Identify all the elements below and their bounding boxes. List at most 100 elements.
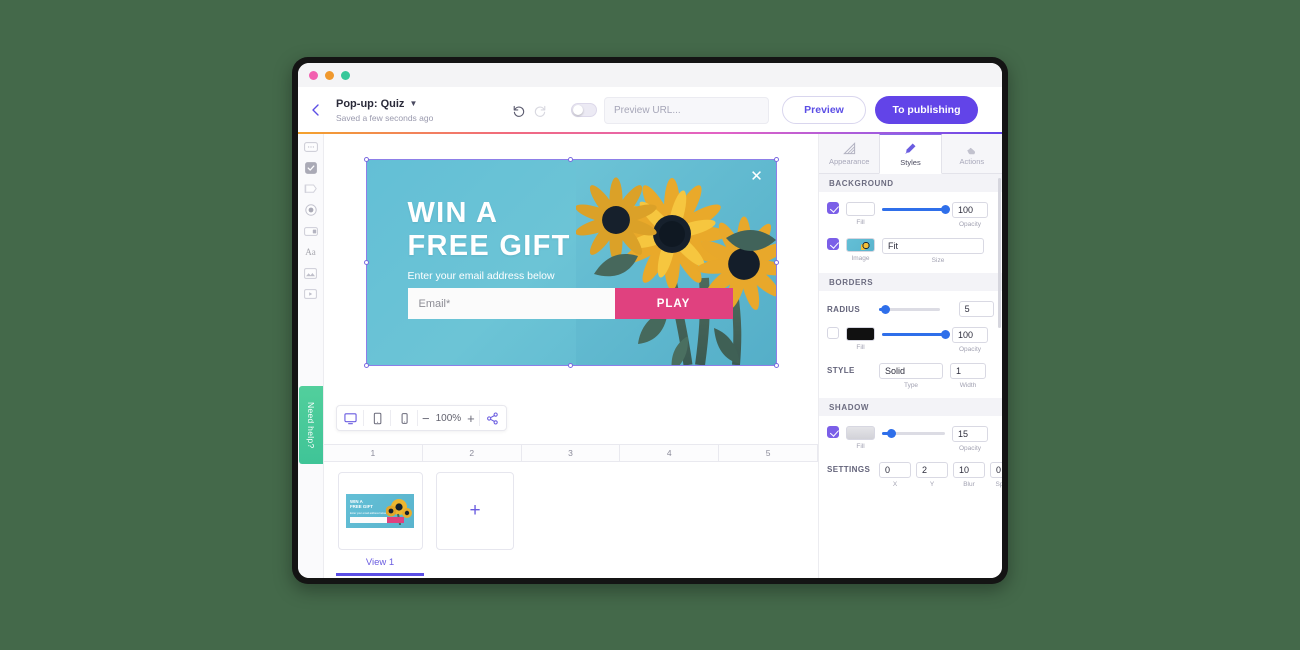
mobile-view-button[interactable] [391,406,417,430]
thumb-email-input [350,517,387,523]
canvas-ruler: 1 2 3 4 5 [324,444,818,462]
window-titlebar [298,63,1002,87]
video-element-icon[interactable] [303,288,318,300]
slide-label: View 1 [366,557,394,568]
slide-active-underline [336,573,424,576]
popup-headline-line1: WIN A [408,197,571,230]
undo-button[interactable] [507,99,529,121]
canvas-column: ✕ WIN A FREE GIFT Enter your email addre… [324,134,818,578]
shadow-x-value[interactable]: 0 [879,462,911,478]
shadow-settings-fields: 0 X 2 Y 10 Blur [879,462,1002,488]
shadow-section-header: SHADOW [819,398,1002,416]
borders-fill-swatch[interactable] [846,327,875,341]
resize-handle-bottom-right[interactable] [774,363,779,368]
panel-scrollbar[interactable] [998,178,1001,328]
tablet-view-button[interactable] [364,406,390,430]
borders-opacity-slider[interactable] [882,327,945,341]
background-fill-checkbox[interactable] [827,202,839,214]
borders-radius-slider[interactable] [879,302,940,316]
popup-subtitle: Enter your email address below [408,270,571,282]
resize-handle-middle-left[interactable] [364,260,369,265]
device-frame: Pop-up: Quiz ▼ Saved a few seconds ago P… [292,57,1008,584]
flag-element-icon[interactable] [303,183,318,195]
borders-opacity-value[interactable]: 100 [952,327,988,343]
add-slide-column[interactable]: + [436,472,514,578]
slides-strip: WIN A FREE GIFT Enter your email address… [324,462,818,578]
resize-handle-bottom-middle[interactable] [568,363,573,368]
borders-fill-checkbox[interactable] [827,327,839,339]
shadow-blur-value[interactable]: 10 [953,462,985,478]
slide-item-1[interactable]: WIN A FREE GIFT Enter your email address… [336,472,424,578]
back-button[interactable] [298,87,332,133]
shadow-fill-swatch[interactable] [846,426,875,440]
background-fill-swatch[interactable] [846,202,875,216]
desktop-view-button[interactable] [337,406,363,430]
shadow-spread-field: 0 Spread [990,462,1002,488]
shadow-fill-checkbox[interactable] [827,426,839,438]
preview-button[interactable]: Preview [782,96,866,124]
background-image-field: Image [846,238,875,262]
resize-handle-bottom-left[interactable] [364,363,369,368]
to-publishing-button[interactable]: To publishing [875,96,978,124]
resize-handle-middle-right[interactable] [774,260,779,265]
borders-fill-field: Fill [846,327,875,351]
tab-appearance[interactable]: Appearance [819,134,879,174]
appearance-icon [843,141,856,155]
background-fill-label: Fill [856,219,864,226]
checkbox-element-icon[interactable] [303,162,318,174]
need-help-tab[interactable]: Need help? [299,386,323,464]
zoom-in-button[interactable]: + [463,411,479,426]
window-close-button[interactable] [309,71,318,80]
radio-element-icon[interactable] [303,204,318,216]
button-element-icon[interactable] [303,141,318,153]
share-nodes-icon[interactable] [480,406,506,430]
shadow-y-value[interactable]: 2 [916,462,948,478]
background-size-select[interactable]: Fit [882,238,984,254]
popup-close-icon[interactable]: ✕ [750,169,764,183]
shadow-blur-label: Blur [963,481,975,488]
text-element-icon[interactable]: Aa [303,246,318,258]
shadow-opacity-value[interactable]: 15 [952,426,988,442]
window-maximize-button[interactable] [341,71,350,80]
sunflower-photo [576,160,776,365]
background-opacity-value[interactable]: 100 [952,202,988,218]
slide-thumbnail-box[interactable]: WIN A FREE GIFT Enter your email address… [338,472,423,550]
popup-text-block: WIN A FREE GIFT Enter your email address… [408,197,571,282]
borders-radius-value[interactable]: 5 [959,301,994,317]
popup-play-button[interactable]: PLAY [615,288,733,319]
preview-url-input[interactable]: Preview URL... [604,97,769,124]
borders-fill-row: Fill 100 Opacity [827,327,994,353]
background-opacity-slider[interactable] [882,202,945,216]
background-image-checkbox[interactable] [827,238,839,250]
popup-creative[interactable]: ✕ WIN A FREE GIFT Enter your email addre… [367,160,776,365]
input-element-icon[interactable] [303,225,318,237]
borders-width-value[interactable]: 1 [950,363,986,379]
tab-actions[interactable]: Actions [942,134,1002,174]
redo-button[interactable] [529,99,551,121]
popup-selection-wrapper[interactable]: ✕ WIN A FREE GIFT Enter your email addre… [367,160,776,365]
borders-section-body: RADIUS 5 Fill [819,291,1002,398]
resize-handle-top-left[interactable] [364,157,369,162]
shadow-opacity-slider[interactable] [882,426,945,440]
shadow-y-field: 2 Y [916,462,948,488]
shadow-x-label: X [893,481,897,488]
resize-handle-top-right[interactable] [774,157,779,162]
window-minimize-button[interactable] [325,71,334,80]
borders-style-row: STYLE Solid Type 1 Width [827,363,994,389]
borders-radius-label: RADIUS [827,305,872,314]
background-image-thumbnail[interactable] [846,238,875,252]
borders-type-select[interactable]: Solid [879,363,943,379]
preview-url-toggle[interactable] [571,103,597,117]
shadow-x-field: 0 X [879,462,911,488]
zoom-out-button[interactable]: − [418,411,434,426]
resize-handle-top-middle[interactable] [568,157,573,162]
tab-styles[interactable]: Styles [879,134,941,174]
popup-email-input[interactable]: Email* [408,288,615,319]
thumb-play-button [387,517,404,523]
chevron-down-icon: ▼ [409,99,417,108]
add-slide-button[interactable]: + [436,472,514,550]
borders-width-field: 1 Width [950,363,986,389]
image-element-icon[interactable] [303,267,318,279]
document-title-dropdown[interactable]: Pop-up: Quiz ▼ [336,98,507,110]
shadow-spread-value[interactable]: 0 [990,462,1002,478]
